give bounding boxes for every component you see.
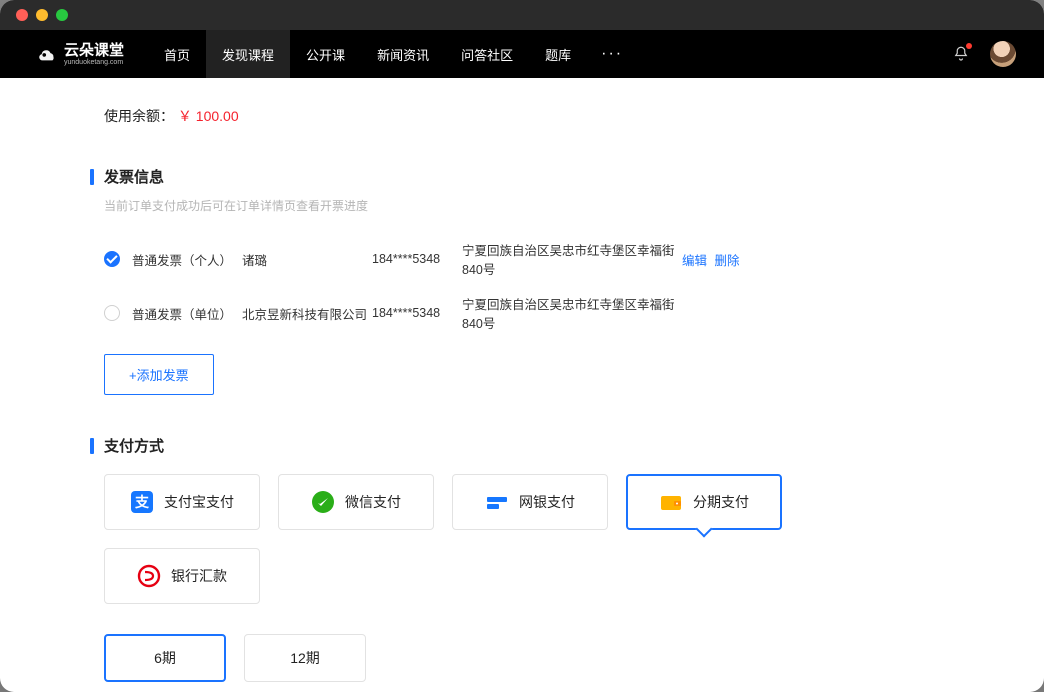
alipay-icon: 支 <box>130 490 154 514</box>
nav-more-button[interactable]: ··· <box>587 30 637 78</box>
bank-icon <box>137 564 161 588</box>
user-avatar[interactable] <box>990 41 1016 67</box>
invoice-title-text: 发票信息 <box>104 166 164 187</box>
invoice-radio-company[interactable] <box>104 305 120 321</box>
invoice-address: 宁夏回族自治区吴忠市红寺堡区幸福街840号 <box>462 240 682 278</box>
wechat-icon <box>311 490 335 514</box>
add-invoice-button[interactable]: +添加发票 <box>104 354 214 395</box>
window-close-button[interactable] <box>16 9 28 21</box>
payment-label: 网银支付 <box>519 492 575 512</box>
invoice-subtitle: 当前订单支付成功后可在订单详情页查看开票进度 <box>104 197 954 214</box>
nav-items: 首页 发现课程 公开课 新闻资讯 问答社区 题库 ··· <box>148 30 637 78</box>
nav-news[interactable]: 新闻资讯 <box>361 30 445 78</box>
invoice-row-company[interactable]: 普通发票（单位） 北京昱新科技有限公司 184****5348 宁夏回族自治区吴… <box>90 286 954 340</box>
invoice-edit-link[interactable]: 编辑 <box>682 254 707 268</box>
cloud-logo-icon <box>36 43 58 65</box>
payment-label: 支付宝支付 <box>164 492 234 512</box>
notification-bell[interactable] <box>952 45 970 63</box>
brand-logo[interactable]: 云朵课堂 yunduoketang.com <box>36 43 124 66</box>
payment-installment[interactable]: 分期支付 <box>626 474 782 530</box>
balance-amount: ￥ 100.00 <box>178 108 239 124</box>
nav-discover-courses[interactable]: 发现课程 <box>206 30 290 78</box>
installment-terms: 6期 12期 <box>90 634 954 682</box>
payment-label: 银行汇款 <box>171 566 227 586</box>
wallet-icon <box>659 490 683 514</box>
invoice-phone: 184****5348 <box>372 252 462 266</box>
svg-text:支: 支 <box>134 494 150 510</box>
payment-alipay[interactable]: 支 支付宝支付 <box>104 474 260 530</box>
payment-label: 微信支付 <box>345 492 401 512</box>
brand-tagline: yunduoketang.com <box>64 59 124 66</box>
top-navbar: 云朵课堂 yunduoketang.com 首页 发现课程 公开课 新闻资讯 问… <box>0 30 1044 78</box>
nav-home[interactable]: 首页 <box>148 30 206 78</box>
invoice-type: 普通发票（个人） <box>132 250 242 269</box>
invoice-actions: 编辑 删除 <box>682 250 744 269</box>
nav-question-bank[interactable]: 题库 <box>529 30 587 78</box>
payment-title-text: 支付方式 <box>104 435 164 456</box>
invoice-type: 普通发票（单位） <box>132 304 242 323</box>
term-12[interactable]: 12期 <box>244 634 366 682</box>
brand-name: 云朵课堂 <box>64 43 124 58</box>
term-6[interactable]: 6期 <box>104 634 226 682</box>
invoice-delete-link[interactable]: 删除 <box>715 254 740 268</box>
window-maximize-button[interactable] <box>56 9 68 21</box>
app-window: 云朵课堂 yunduoketang.com 首页 发现课程 公开课 新闻资讯 问… <box>0 0 1044 692</box>
window-minimize-button[interactable] <box>36 9 48 21</box>
balance-row: 使用余额： ￥ 100.00 <box>90 106 954 126</box>
invoice-section-title: 发票信息 <box>90 166 954 187</box>
balance-label: 使用余额： <box>104 108 174 124</box>
unionpay-icon <box>485 490 509 514</box>
payment-label: 分期支付 <box>693 492 749 512</box>
page-content: 使用余额： ￥ 100.00 发票信息 当前订单支付成功后可在订单详情页查看开票… <box>0 78 1044 692</box>
payment-methods: 支 支付宝支付 微信支付 网银支付 <box>90 474 954 604</box>
invoice-name: 北京昱新科技有限公司 <box>242 304 372 323</box>
invoice-phone: 184****5348 <box>372 306 462 320</box>
invoice-row-personal[interactable]: 普通发票（个人） 诸璐 184****5348 宁夏回族自治区吴忠市红寺堡区幸福… <box>90 232 954 286</box>
invoice-address: 宁夏回族自治区吴忠市红寺堡区幸福街840号 <box>462 294 682 332</box>
notification-dot-icon <box>966 43 972 49</box>
payment-unionpay[interactable]: 网银支付 <box>452 474 608 530</box>
payment-section-title: 支付方式 <box>90 435 954 456</box>
payment-wechat[interactable]: 微信支付 <box>278 474 434 530</box>
invoice-radio-personal[interactable] <box>104 251 120 267</box>
invoice-name: 诸璐 <box>242 250 372 269</box>
payment-bank-transfer[interactable]: 银行汇款 <box>104 548 260 604</box>
window-titlebar <box>0 0 1044 30</box>
nav-public-class[interactable]: 公开课 <box>290 30 361 78</box>
nav-qa-community[interactable]: 问答社区 <box>445 30 529 78</box>
